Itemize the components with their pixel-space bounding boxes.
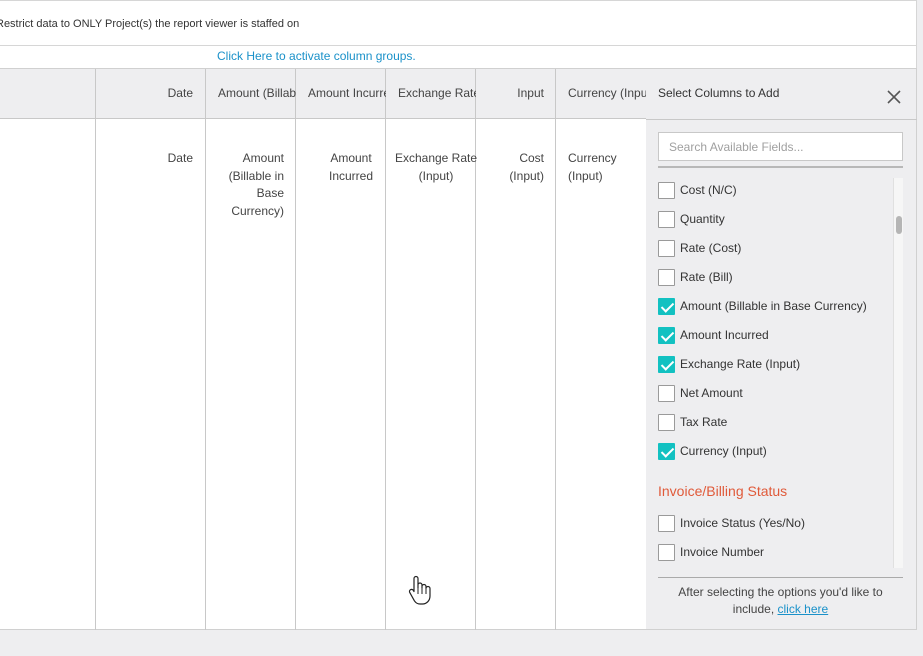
- restrict-data-label: Restrict data to ONLY Project(s) the rep…: [0, 18, 300, 30]
- field-option-quantity[interactable]: Quantity: [658, 210, 725, 228]
- scrollbar-thumb[interactable]: [896, 216, 902, 234]
- restrict-data-option[interactable]: Restrict data to ONLY Project(s) the rep…: [0, 0, 917, 46]
- field-option-label: Exchange Rate (Input): [680, 357, 801, 371]
- cell-amount-incurred: Amount Incurred: [328, 151, 374, 183]
- hand-pointer-icon: [407, 574, 433, 606]
- field-option-label: Net Amount: [680, 386, 743, 400]
- field-option-label: Invoice Number: [680, 545, 765, 559]
- field-option-label: Invoice Status (Yes/No): [680, 516, 805, 530]
- activate-column-groups-link[interactable]: Click Here to activate column groups.: [217, 49, 416, 63]
- field-option-invoice-number[interactable]: Invoice Number: [658, 543, 764, 561]
- field-option-cost-n-c[interactable]: Cost (N/C): [658, 181, 737, 199]
- field-option-tax-rate[interactable]: Tax Rate: [658, 413, 727, 431]
- report-builder: Restrict data to ONLY Project(s) the rep…: [0, 0, 923, 656]
- panel-footer: After selecting the options you'd like t…: [658, 584, 903, 618]
- field-option-net-amount[interactable]: Net Amount: [658, 384, 743, 402]
- panel-title: Select Columns to Add: [658, 86, 780, 100]
- available-fields-list: Cost (N/C) Quantity Rate (Cost) Rate (Bill)…: [658, 178, 893, 568]
- field-option-invoice-status-yes-no[interactable]: Invoice Status (Yes/No): [658, 514, 805, 532]
- checkbox-icon[interactable]: [658, 514, 675, 532]
- checkbox-checked-icon[interactable]: [658, 442, 675, 460]
- field-option-label: Rate (Bill): [680, 270, 733, 284]
- cell-exchange-rate: Exchange Rate (Input): [394, 151, 478, 183]
- checkbox-checked-icon[interactable]: [658, 297, 675, 315]
- field-option-amount-billable-in-base-currency[interactable]: Amount (Billable in Base Currency): [658, 297, 867, 315]
- field-option-label: Amount Incurred: [680, 328, 769, 342]
- panel-divider: [646, 119, 917, 120]
- cell-amount-billable: Amount (Billable in Base Currency): [228, 151, 284, 218]
- apply-columns-link[interactable]: click here: [778, 602, 829, 616]
- field-option-rate-bill[interactable]: Rate (Bill): [658, 268, 733, 286]
- checkbox-icon[interactable]: [658, 239, 675, 257]
- close-icon[interactable]: [886, 89, 902, 105]
- search-underline: [658, 166, 903, 168]
- field-option-label: Cost (N/C): [680, 183, 737, 197]
- checkbox-icon[interactable]: [658, 268, 675, 286]
- field-option-label: Quantity: [680, 212, 725, 226]
- footer-divider: [658, 577, 903, 578]
- column-header-exchange-rate[interactable]: Exchange Rate (Input): [398, 69, 476, 119]
- checkbox-icon[interactable]: [658, 181, 675, 199]
- column-header-amount-billable[interactable]: Amount (Billable in Base Currency): [218, 69, 296, 119]
- report-grid: Date Amount (Billable in Base Currency) …: [0, 68, 646, 630]
- cell-currency-input: Currency (Input): [568, 151, 617, 183]
- field-option-currency-input[interactable]: Currency (Input): [658, 442, 767, 460]
- column-header-input[interactable]: Input: [476, 69, 544, 119]
- fields-scrollbar[interactable]: [893, 178, 903, 568]
- column-header-date[interactable]: Date: [96, 69, 193, 119]
- field-option-label: Currency (Input): [680, 444, 767, 458]
- grid-column-leading: [0, 69, 96, 630]
- select-columns-panel: Select Columns to Add Cost (N/C) Quantity…: [646, 68, 917, 630]
- section-invoice-billing-status: Invoice/Billing Status: [658, 483, 788, 499]
- cell-date: Date: [167, 151, 193, 165]
- checkbox-icon[interactable]: [658, 384, 675, 402]
- checkbox-icon[interactable]: [658, 413, 675, 431]
- cell-cost-input: Cost (Input): [509, 151, 544, 183]
- checkbox-checked-icon[interactable]: [658, 326, 675, 344]
- field-option-label: Rate (Cost): [680, 241, 742, 255]
- field-option-label: Tax Rate: [680, 415, 728, 429]
- checkbox-icon[interactable]: [658, 210, 675, 228]
- column-header-currency-input[interactable]: Currency (Input): [568, 69, 646, 119]
- field-option-label: Amount (Billable in Base Currency): [680, 299, 867, 313]
- checkbox-icon[interactable]: [658, 543, 675, 561]
- column-groups-bar: Click Here to activate column groups.: [0, 46, 917, 68]
- field-option-exchange-rate-input[interactable]: Exchange Rate (Input): [658, 355, 800, 373]
- checkbox-checked-icon[interactable]: [658, 355, 675, 373]
- field-option-amount-incurred[interactable]: Amount Incurred: [658, 326, 769, 344]
- search-fields-input[interactable]: [658, 132, 903, 161]
- field-option-rate-cost[interactable]: Rate (Cost): [658, 239, 741, 257]
- column-header-amount-incurred[interactable]: Amount Incurred: [308, 69, 386, 119]
